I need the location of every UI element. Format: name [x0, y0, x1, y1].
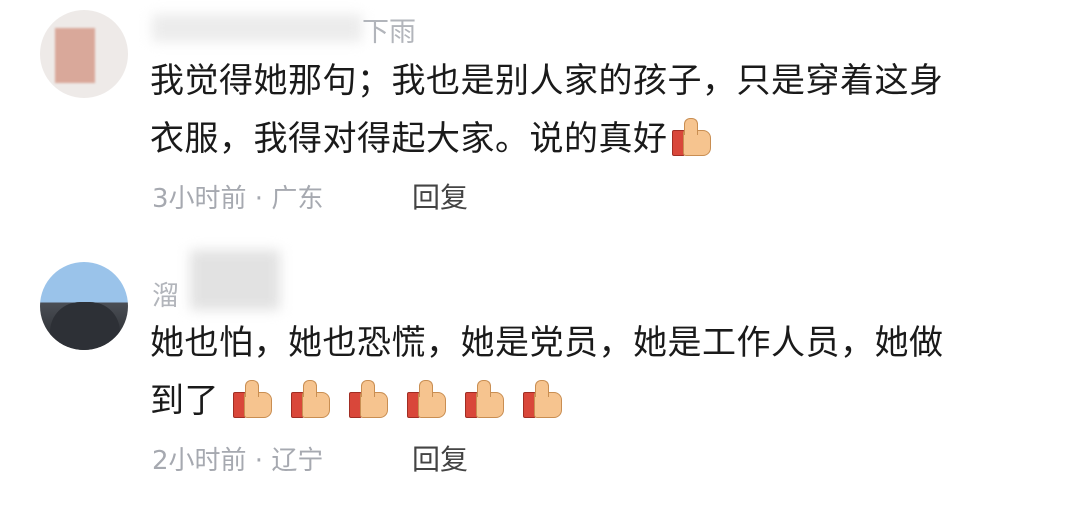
thumbs-up-icon — [523, 380, 563, 418]
username[interactable]: 下雨 — [362, 10, 416, 49]
thumbs-up-icon — [291, 380, 331, 418]
username-blur — [152, 14, 362, 42]
thumbs-up-icon — [233, 380, 273, 418]
thumbs-up-icon — [465, 380, 505, 418]
username[interactable]: 溜 — [152, 274, 179, 313]
avatar-blur — [55, 28, 95, 83]
comment-text: 她也怕，她也恐慌，她是党员，她是工作人员，她做 到了 — [150, 314, 1040, 430]
comment-text: 我觉得她那句；我也是别人家的孩子，只是穿着这身 衣服，我得对得起大家。说的真好 — [150, 52, 1040, 168]
thumbs-up-icon — [407, 380, 447, 418]
reply-button[interactable]: 回复 — [412, 438, 468, 478]
comment-meta: 2小时前 · 辽宁 — [152, 446, 324, 476]
comment-text-line-text: 到了 — [150, 381, 219, 421]
comment-text-line-text: 衣服，我得对得起大家。说的真好 — [150, 119, 668, 159]
avatar[interactable] — [40, 10, 128, 98]
avatar[interactable] — [40, 262, 128, 350]
thumbs-up-icon — [349, 380, 389, 418]
comment-text-line: 我觉得她那句；我也是别人家的孩子，只是穿着这身 — [150, 61, 944, 101]
comment-text-line-2: 到了 — [150, 372, 1040, 430]
thumbs-up-icon — [671, 118, 712, 156]
comment-meta: 3小时前 · 广东 — [152, 184, 324, 214]
username-blur — [190, 250, 280, 310]
comment-text-line: 她也怕，她也恐慌，她是党员，她是工作人员，她做 — [150, 323, 944, 363]
comment-text-line-2: 衣服，我得对得起大家。说的真好 — [150, 110, 1040, 168]
reply-button[interactable]: 回复 — [412, 176, 468, 216]
avatar-shadow — [50, 302, 120, 350]
